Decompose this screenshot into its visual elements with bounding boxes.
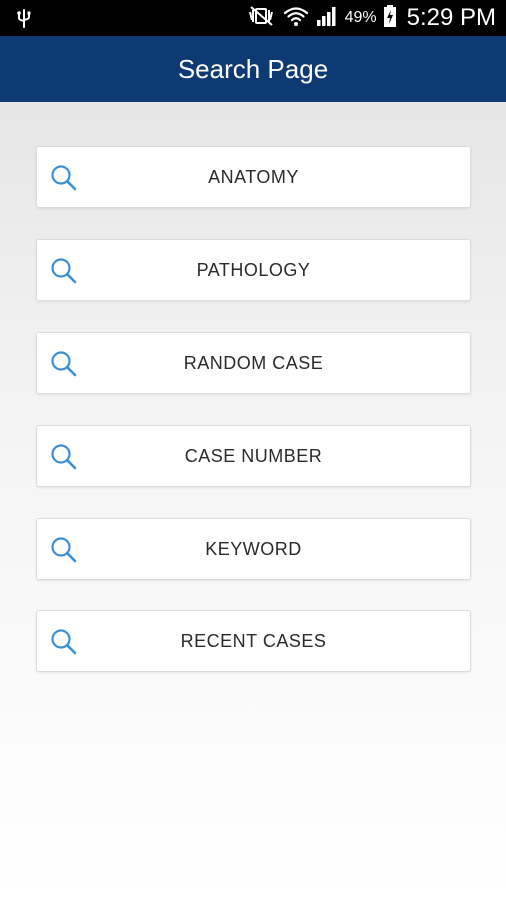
search-icon bbox=[49, 442, 79, 472]
recent-cases-button[interactable]: RECENT CASES bbox=[36, 610, 471, 672]
case-number-label: CASE NUMBER bbox=[184, 445, 323, 466]
keyword-label: KEYWORD bbox=[205, 538, 302, 559]
search-icon bbox=[49, 627, 79, 657]
status-bar: 49% 5:29 PM bbox=[0, 0, 506, 36]
search-icon bbox=[49, 535, 79, 565]
battery-charging-icon bbox=[383, 4, 397, 32]
wifi-icon bbox=[283, 4, 309, 32]
search-icon bbox=[49, 349, 79, 379]
status-icons: 49% 5:29 PM bbox=[245, 0, 496, 36]
random-case-button[interactable]: RANDOM CASE bbox=[36, 332, 471, 394]
anatomy-label: ANATOMY bbox=[208, 166, 299, 187]
vibrate-mute-icon bbox=[245, 4, 277, 32]
anatomy-button[interactable]: ANATOMY bbox=[36, 146, 471, 208]
keyword-button[interactable]: KEYWORD bbox=[36, 518, 471, 580]
battery-percent: 49% bbox=[344, 9, 377, 26]
app-bar: Search Page bbox=[0, 36, 506, 102]
clock: 5:29 PM bbox=[406, 4, 496, 31]
recent-cases-label: RECENT CASES bbox=[180, 630, 327, 651]
pathology-label: PATHOLOGY bbox=[196, 259, 311, 280]
random-case-label: RANDOM CASE bbox=[183, 352, 324, 373]
usb-icon bbox=[12, 6, 36, 30]
pathology-button[interactable]: PATHOLOGY bbox=[36, 239, 471, 301]
signal-icon bbox=[315, 4, 339, 32]
search-icon bbox=[49, 256, 79, 286]
page-title: Search Page bbox=[177, 53, 329, 84]
search-menu: ANATOMY PATHOLOGY RANDOM CASE CASE NUMBE… bbox=[0, 102, 506, 900]
search-icon bbox=[49, 163, 79, 193]
case-number-button[interactable]: CASE NUMBER bbox=[36, 425, 471, 487]
